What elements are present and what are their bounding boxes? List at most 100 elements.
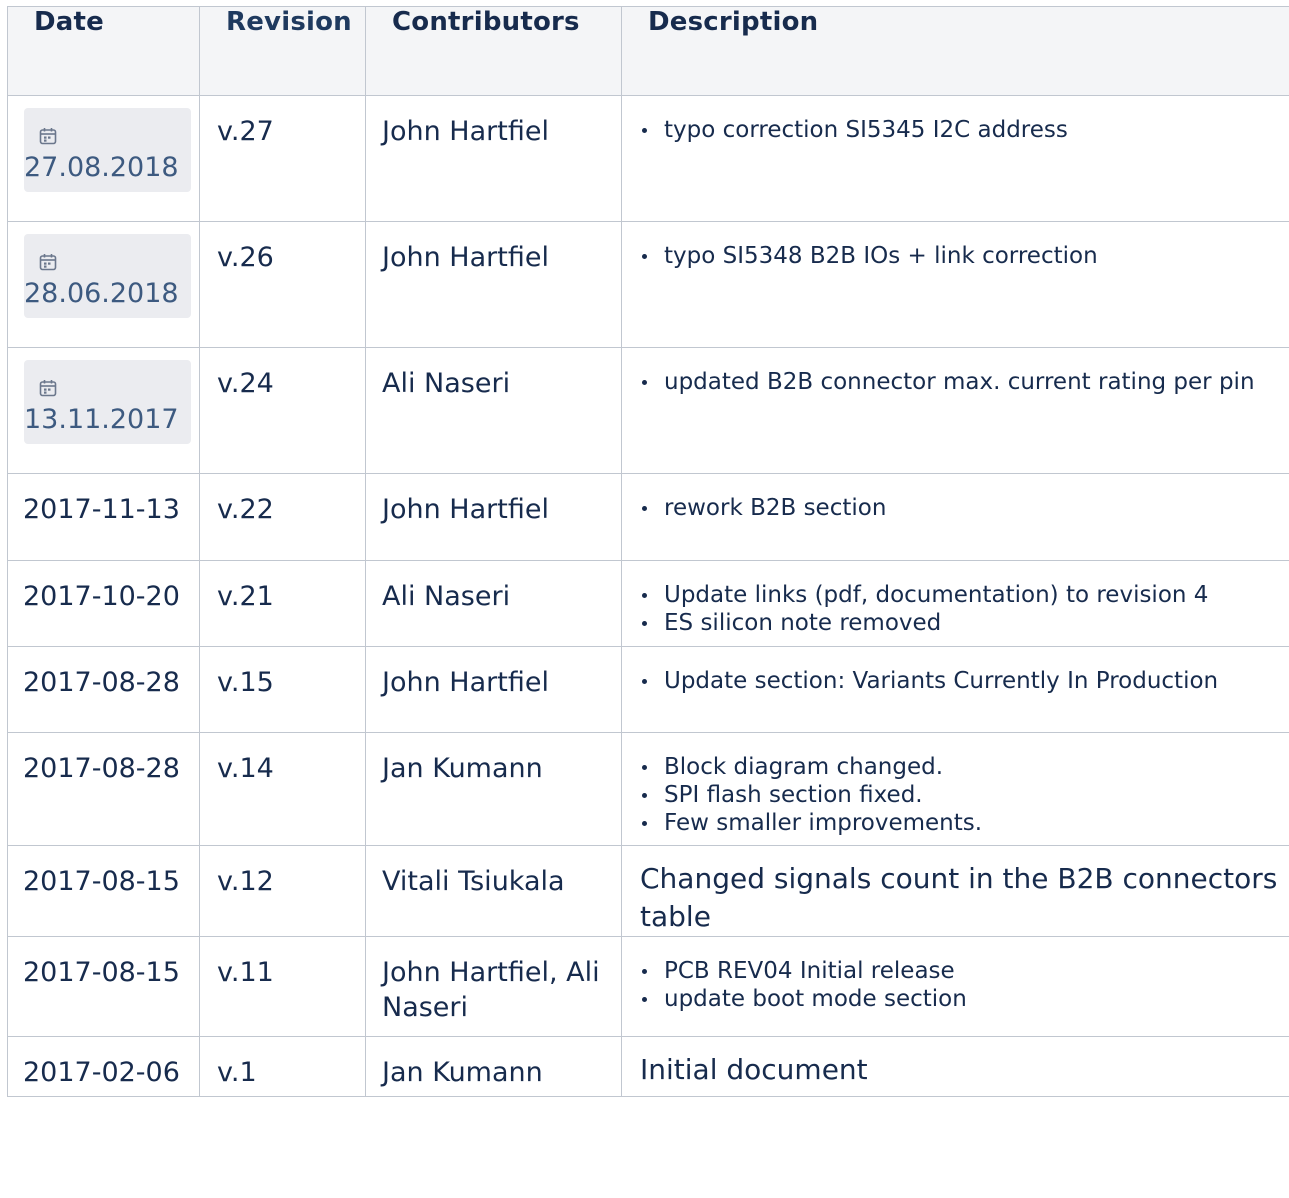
- icon-line: [24, 366, 179, 402]
- description-list: PCB REV04 Initial release update boot mod…: [622, 957, 1289, 1013]
- contributors-text: Vitali Tsiukala: [382, 866, 565, 897]
- description-list-wrap: typo SI5348 B2B IOs + link correction: [622, 222, 1289, 270]
- description-list: Update section: Variants Currently In Pr…: [622, 667, 1289, 695]
- date-cell: 2017-02-06: [7, 1036, 200, 1097]
- date-lozenge[interactable]: 27.08.2018: [24, 108, 191, 192]
- list-item-text: Block diagram changed.: [664, 754, 944, 780]
- date-text: 2017-11-13: [23, 494, 180, 525]
- date-cell: 2017-11-13: [7, 473, 200, 561]
- table-row: 27.08.2018 v.27 John Hartfiel typo correcti…: [7, 95, 1289, 222]
- contributors-text: John Hartfiel: [382, 116, 549, 147]
- date-text: 2017-10-20: [23, 581, 180, 612]
- table-row: 2017-08-28 v.15 John Hartfiel Update sectio…: [7, 646, 1289, 733]
- description-list-wrap: Update links (pdf, documentation) to rev…: [622, 561, 1289, 637]
- revision-cell: v.24: [199, 347, 366, 474]
- bullet-icon: [642, 997, 647, 1002]
- list-item: typo SI5348 B2B IOs + link correction: [622, 242, 1289, 270]
- list-item-text: updated B2B connector max. current ratin…: [664, 369, 1255, 395]
- bullet-icon: [642, 793, 647, 798]
- description-text: Initial document: [640, 1053, 868, 1086]
- table-row: 13.11.2017 v.24 Ali Naseri updated B2B conn…: [7, 347, 1289, 474]
- calendar-icon: [39, 122, 57, 145]
- description-list-wrap: rework B2B section: [622, 474, 1289, 522]
- list-item: updated B2B connector max. current ratin…: [622, 368, 1289, 396]
- bullet-icon: [642, 506, 647, 511]
- list-item: SPI flash section fixed.: [622, 781, 1289, 809]
- list-item-text: typo correction SI5345 I2C address: [664, 117, 1068, 143]
- date-cell: 27.08.2018: [7, 95, 200, 222]
- revision-text: v.15: [217, 667, 274, 698]
- revision-text: v.1: [217, 1057, 257, 1088]
- bullet-icon: [642, 254, 647, 259]
- date-text: 27.08.2018: [24, 152, 179, 183]
- date-text: 28.06.2018: [24, 278, 179, 309]
- contributors-cell: John Hartfiel: [365, 473, 622, 561]
- revision-cell: v.26: [199, 221, 366, 348]
- calendar-icon: [39, 248, 57, 271]
- bullet-icon: [642, 821, 647, 826]
- revision-text: v.22: [217, 494, 274, 525]
- table-row: 2017-08-15 v.12 Vitali Tsiukala Changed sig…: [7, 845, 1289, 937]
- contributors-text: John Hartfiel: [382, 242, 549, 273]
- contributors-text: Ali Naseri: [382, 368, 511, 399]
- description-list: rework B2B section: [622, 494, 1289, 522]
- header-description: Description: [621, 6, 1289, 96]
- header-revision[interactable]: Revision: [199, 6, 366, 96]
- description-cell: updated B2B connector max. current ratin…: [621, 347, 1289, 474]
- bullet-icon: [642, 621, 647, 626]
- description-text: Changed signals count in the B2B connect…: [640, 862, 1278, 933]
- revision-cell: v.11: [199, 936, 366, 1037]
- description-cell: Changed signals count in the B2B connect…: [621, 845, 1289, 937]
- revision-cell: v.21: [199, 560, 366, 647]
- contributors-text: John Hartfiel, Ali Naseri: [382, 957, 600, 1023]
- table-header-row: Date Revision Contributors Description: [7, 6, 1289, 96]
- bullet-icon: [642, 679, 647, 684]
- date-lozenge[interactable]: 28.06.2018: [24, 234, 191, 318]
- description-cell: rework B2B section: [621, 473, 1289, 561]
- date-cell: 28.06.2018: [7, 221, 200, 348]
- list-item: PCB REV04 Initial release: [622, 957, 1289, 985]
- contributors-text: John Hartfiel: [382, 494, 549, 525]
- description-list-wrap: updated B2B connector max. current ratin…: [622, 348, 1289, 396]
- contributors-cell: Jan Kumann: [365, 1036, 622, 1097]
- revision-text: v.11: [217, 957, 274, 988]
- contributors-text: Ali Naseri: [382, 581, 511, 612]
- header-contributors: Contributors: [365, 6, 622, 96]
- list-item-text: typo SI5348 B2B IOs + link correction: [664, 243, 1098, 269]
- revision-cell: v.15: [199, 646, 366, 733]
- description-list: Block diagram changed. SPI flash section …: [622, 753, 1289, 837]
- revision-text: v.12: [217, 866, 274, 897]
- bullet-icon: [642, 765, 647, 770]
- table-row: 2017-08-15 v.11 John Hartfiel, Ali Naseri P…: [7, 936, 1289, 1037]
- document-page: Date Revision Contributors Description 2…: [0, 0, 1289, 1198]
- contributors-cell: Jan Kumann: [365, 732, 622, 846]
- list-item-text: ES silicon note removed: [664, 610, 942, 636]
- table-row: 2017-11-13 v.22 John Hartfiel rework B2B se…: [7, 473, 1289, 561]
- bullet-icon: [642, 128, 647, 133]
- date-text: 2017-08-28: [23, 753, 180, 784]
- date-lozenge[interactable]: 13.11.2017: [24, 360, 191, 444]
- contributors-cell: Vitali Tsiukala: [365, 845, 622, 937]
- list-item: Block diagram changed.: [622, 753, 1289, 781]
- description-cell: Block diagram changed. SPI flash section …: [621, 732, 1289, 846]
- contributors-text: Jan Kumann: [382, 1057, 543, 1088]
- list-item-text: update boot mode section: [664, 986, 967, 1012]
- list-item: Update section: Variants Currently In Pr…: [622, 667, 1289, 695]
- description-cell: typo correction SI5345 I2C address: [621, 95, 1289, 222]
- description-list: updated B2B connector max. current ratin…: [622, 368, 1289, 396]
- revision-text: v.21: [217, 581, 274, 612]
- list-item-text: Update section: Variants Currently In Pr…: [664, 668, 1219, 694]
- list-item: Few smaller improvements.: [622, 809, 1289, 837]
- table-row: 2017-08-28 v.14 Jan Kumann Block diagram ch…: [7, 732, 1289, 846]
- revision-cell: v.1: [199, 1036, 366, 1097]
- bullet-icon: [642, 593, 647, 598]
- table-row: 2017-02-06 v.1 Jan Kumann Initial document: [7, 1036, 1289, 1097]
- list-item-text: rework B2B section: [664, 495, 887, 521]
- description-list-wrap: Block diagram changed. SPI flash section …: [622, 733, 1289, 837]
- list-item-text: PCB REV04 Initial release: [664, 958, 955, 984]
- list-item-text: Few smaller improvements.: [664, 810, 983, 836]
- date-text: 2017-08-28: [23, 667, 180, 698]
- revision-cell: v.12: [199, 845, 366, 937]
- bullet-icon: [642, 969, 647, 974]
- revision-history-table: Date Revision Contributors Description 2…: [7, 6, 1289, 1097]
